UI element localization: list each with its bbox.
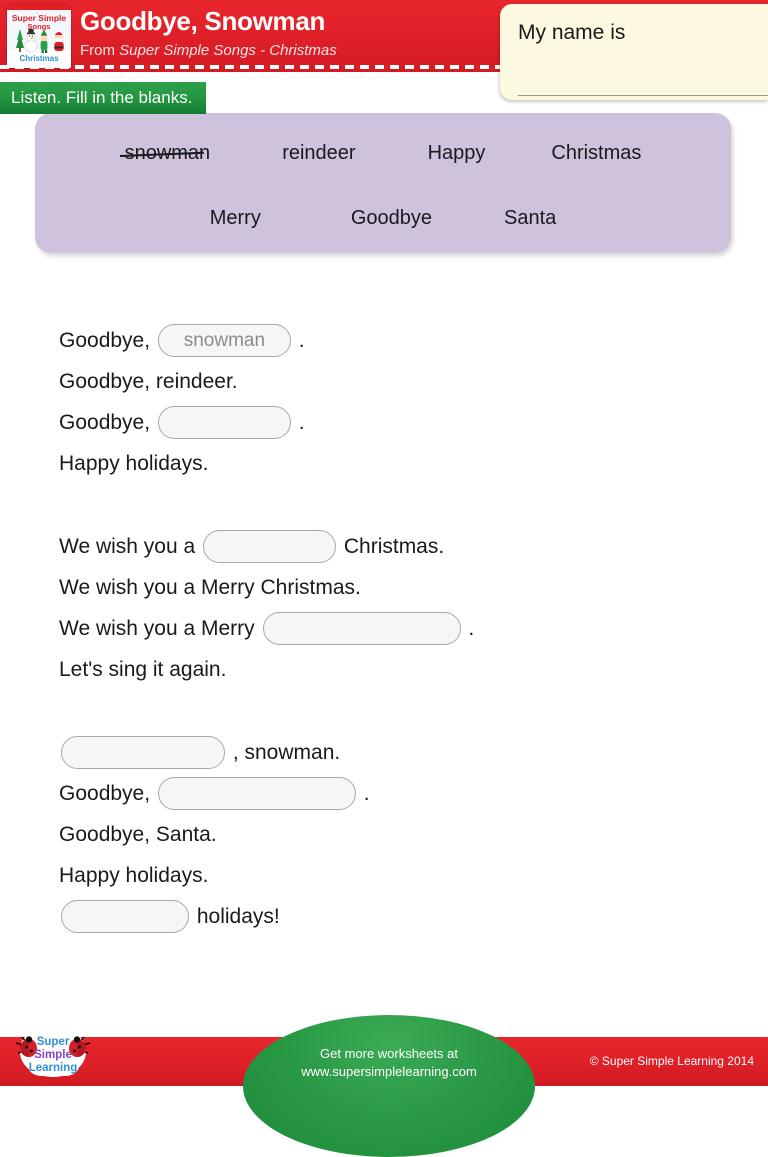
- fill-in-blank[interactable]: [157, 406, 291, 439]
- svg-text:Super: Super: [37, 1036, 70, 1048]
- logo-image: Super Simple Learning: [15, 1027, 91, 1077]
- instruction-banner: Listen. Fill in the blanks.: [0, 82, 207, 114]
- word-bank-item[interactable]: Goodbye: [351, 205, 432, 231]
- word-bank-row-1: snowman reindeer Happy Christmas: [35, 140, 731, 166]
- fill-in-blank[interactable]: [262, 612, 461, 645]
- lyric-text-after: Christmas.: [338, 534, 445, 558]
- album-art-image: Super Simple Songs Christmas: [7, 4, 71, 68]
- lyric-text-after: .: [462, 616, 475, 640]
- footer-promo-line-1: Get more worksheets at: [320, 1046, 458, 1061]
- footer-promo-text: Get more worksheets at www.supersimplele…: [243, 1045, 535, 1081]
- page-title: Goodbye, Snowman: [80, 6, 326, 36]
- page-footer: Get more worksheets at www.supersimplele…: [0, 1015, 768, 1157]
- lyric-text-after: .: [292, 328, 305, 352]
- lyric-text-before: Happy holidays.: [59, 451, 209, 475]
- name-write-line[interactable]: [518, 95, 768, 96]
- lyric-line: Goodbye, snowman .: [59, 320, 749, 361]
- lyric-text-after: .: [357, 781, 370, 805]
- lyric-text-before: Happy holidays.: [59, 863, 209, 887]
- lyric-line: We wish you a Merry Christmas.: [59, 567, 749, 608]
- word-bank: snowman reindeer Happy Christmas Merry G…: [35, 113, 731, 253]
- lyric-text-after: , snowman.: [227, 740, 341, 764]
- word-bank-item[interactable]: Santa: [504, 205, 556, 231]
- instruction-text: Listen. Fill in the blanks.: [11, 88, 193, 107]
- fill-in-blank[interactable]: [203, 530, 337, 563]
- lyric-line: Goodbye, reindeer.: [59, 361, 749, 402]
- lyric-text-before: Goodbye,: [59, 328, 156, 352]
- svg-text:Simple: Simple: [34, 1049, 72, 1061]
- lyric-text-after: holidays!: [191, 904, 280, 928]
- lyric-line: Goodbye, Santa.: [59, 814, 749, 855]
- lyric-line: We wish you a Merry .: [59, 608, 749, 649]
- lyric-text-before: We wish you a Merry: [59, 616, 261, 640]
- footer-website-link[interactable]: www.supersimplelearning.com: [243, 1063, 535, 1081]
- page-subtitle: From Super Simple Songs - Christmas: [80, 41, 337, 61]
- fill-in-blank[interactable]: [61, 736, 225, 769]
- word-bank-item[interactable]: Happy: [428, 140, 486, 166]
- svg-text:Songs: Songs: [28, 22, 51, 31]
- word-bank-item[interactable]: snowman: [119, 140, 210, 166]
- lyric-line: , snowman.: [59, 732, 749, 773]
- lyric-line: holidays!: [59, 896, 749, 937]
- subtitle-prefix: From: [80, 42, 120, 59]
- svg-text:Learning: Learning: [29, 1062, 78, 1074]
- lyric-text-before: Goodbye,: [59, 781, 156, 805]
- super-simple-learning-logo: Super Simple Learning: [8, 1021, 98, 1083]
- lyric-text-after: .: [292, 410, 305, 434]
- fill-in-blank[interactable]: [61, 900, 189, 933]
- fill-in-blank[interactable]: [157, 777, 356, 810]
- lyric-line: Happy holidays.: [59, 855, 749, 896]
- lyric-text-before: Goodbye,: [59, 410, 156, 434]
- fill-in-blank[interactable]: snowman: [157, 324, 291, 357]
- name-label: My name is: [518, 21, 626, 44]
- stanza: , snowman. Goodbye, . Goodbye, Santa. Ha…: [59, 732, 749, 937]
- lyric-text-before: We wish you a Merry Christmas.: [59, 575, 361, 599]
- word-bank-row-2: Merry Goodbye Santa: [35, 205, 731, 231]
- word-bank-item[interactable]: Merry: [210, 205, 261, 231]
- word-bank-item[interactable]: reindeer: [282, 140, 355, 166]
- stanza: Goodbye, snowman . Goodbye, reindeer. Go…: [59, 320, 749, 484]
- lyric-text-before: Let's sing it again.: [59, 657, 227, 681]
- lyrics-section: Goodbye, snowman . Goodbye, reindeer. Go…: [59, 320, 749, 979]
- stanza: We wish you a Christmas. We wish you a M…: [59, 526, 749, 690]
- subtitle-album-name: Super Simple Songs - Christmas: [119, 42, 337, 59]
- lyric-line: Goodbye, .: [59, 773, 749, 814]
- lyric-line: We wish you a Christmas.: [59, 526, 749, 567]
- svg-text:Christmas: Christmas: [19, 54, 59, 63]
- lyric-line: Let's sing it again.: [59, 649, 749, 690]
- name-box[interactable]: My name is: [500, 4, 768, 100]
- footer-copyright: © Super Simple Learning 2014: [589, 1054, 754, 1068]
- lyric-text-before: Goodbye, Santa.: [59, 822, 217, 846]
- lyric-line: Happy holidays.: [59, 443, 749, 484]
- word-bank-item[interactable]: Christmas: [551, 140, 641, 166]
- lyric-text-before: Goodbye, reindeer.: [59, 369, 238, 393]
- album-art-thumbnail: Super Simple Songs Christmas: [7, 4, 71, 68]
- lyric-text-before: We wish you a: [59, 534, 202, 558]
- footer-green-dome: Get more worksheets at www.supersimplele…: [243, 1015, 535, 1157]
- lyric-line: Goodbye, .: [59, 402, 749, 443]
